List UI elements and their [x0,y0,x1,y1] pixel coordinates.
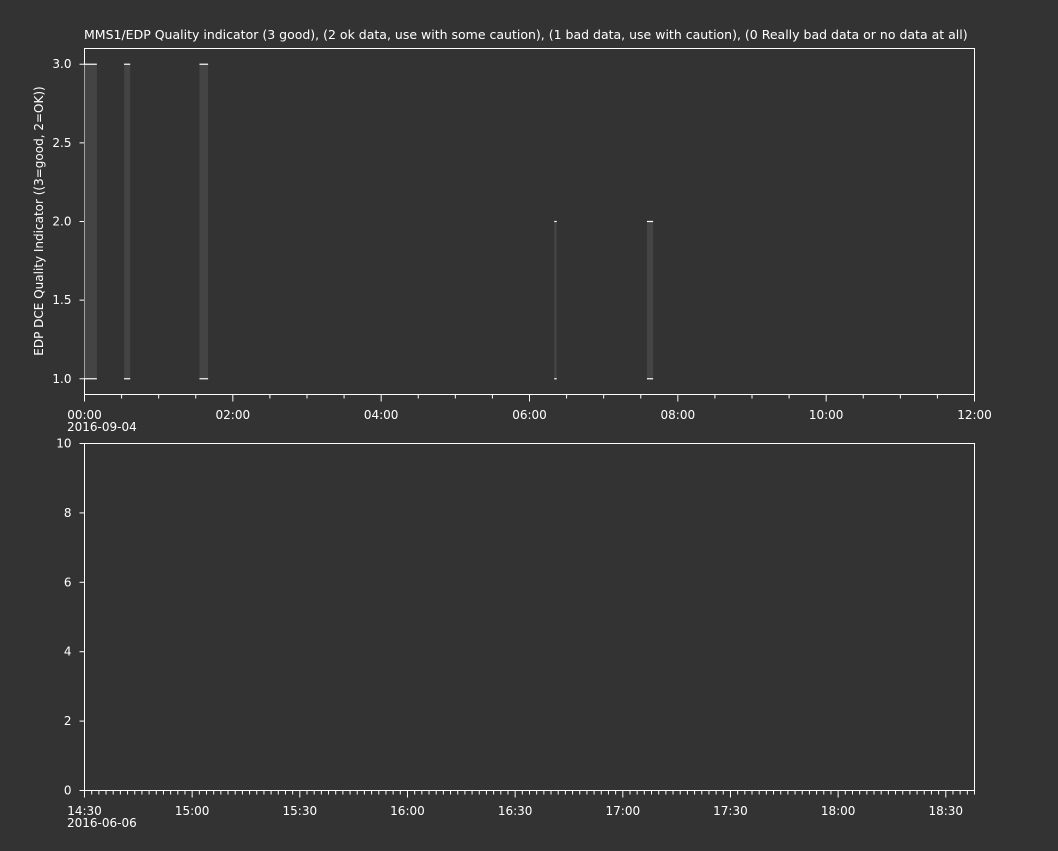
y-tick-label: 3.0 [52,57,71,71]
chart-title: MMS1/EDP Quality indicator (3 good), (2 … [84,27,968,42]
bar-group [84,63,654,380]
quality-bar-2 [124,64,131,379]
x-tick-label: 17:30 [713,804,748,818]
quality-bar-3 [199,64,209,379]
x-tick-label: 08:00 [661,408,696,422]
x-tick-label: 16:30 [498,804,533,818]
quality-bar-1 [84,64,97,379]
y-tick-label: 4 [64,645,72,659]
y-axis: 0 2 4 6 8 10 [56,437,85,798]
plot-frame [84,48,975,395]
quality-bar-5 [646,221,654,379]
date-label: 2016-06-06 [67,816,137,830]
x-axis: 00:00 02:00 04:00 06:00 08:00 10:00 12:00 [67,394,992,422]
y-tick-label: 1.5 [52,293,71,307]
quality-bar-4 [554,221,557,379]
y-axis: 1.0 1.5 2.0 2.5 3.0 [52,57,85,386]
y-axis-label: EDP DCE Quality Indicator ((3=good, 2=OK… [32,86,46,355]
x-tick-label: 15:00 [175,804,210,818]
x-tick-label: 18:30 [928,804,963,818]
y-tick-label: 2.5 [52,136,71,150]
x-tick-label: 15:30 [283,804,318,818]
y-tick-label: 0 [64,784,72,798]
x-tick-label: 16:00 [390,804,425,818]
x-tick-label: 02:00 [216,408,251,422]
y-tick-label: 10 [56,437,71,451]
y-tick-label: 6 [64,575,72,589]
y-tick-label: 1.0 [52,372,71,386]
y-tick-label: 2 [64,714,72,728]
quality-indicator-panel: MMS1/EDP Quality indicator (3 good), (2 … [32,27,992,434]
x-tick-label: 06:00 [512,408,547,422]
x-axis: 14:30 15:00 15:30 16:00 16:30 17:00 17:30 18:00… [67,790,975,818]
y-tick-label: 2.0 [52,215,71,229]
x-tick-label: 10:00 [809,408,844,422]
plot-canvas: MMS1/EDP Quality indicator (3 good), (2 … [32,27,992,830]
x-tick-label: 17:00 [606,804,641,818]
empty-plot-panel: 0246810 14:30 15:00 15:30 16:00 16:30 17:00 17… [56,437,975,830]
y-tick-label: 8 [64,506,72,520]
x-tick-label: 18:00 [821,804,856,818]
date-label: 2016-09-04 [67,420,137,434]
plot-frame [84,443,975,791]
x-tick-label: 12:00 [957,408,992,422]
x-tick-label: 04:00 [364,408,399,422]
